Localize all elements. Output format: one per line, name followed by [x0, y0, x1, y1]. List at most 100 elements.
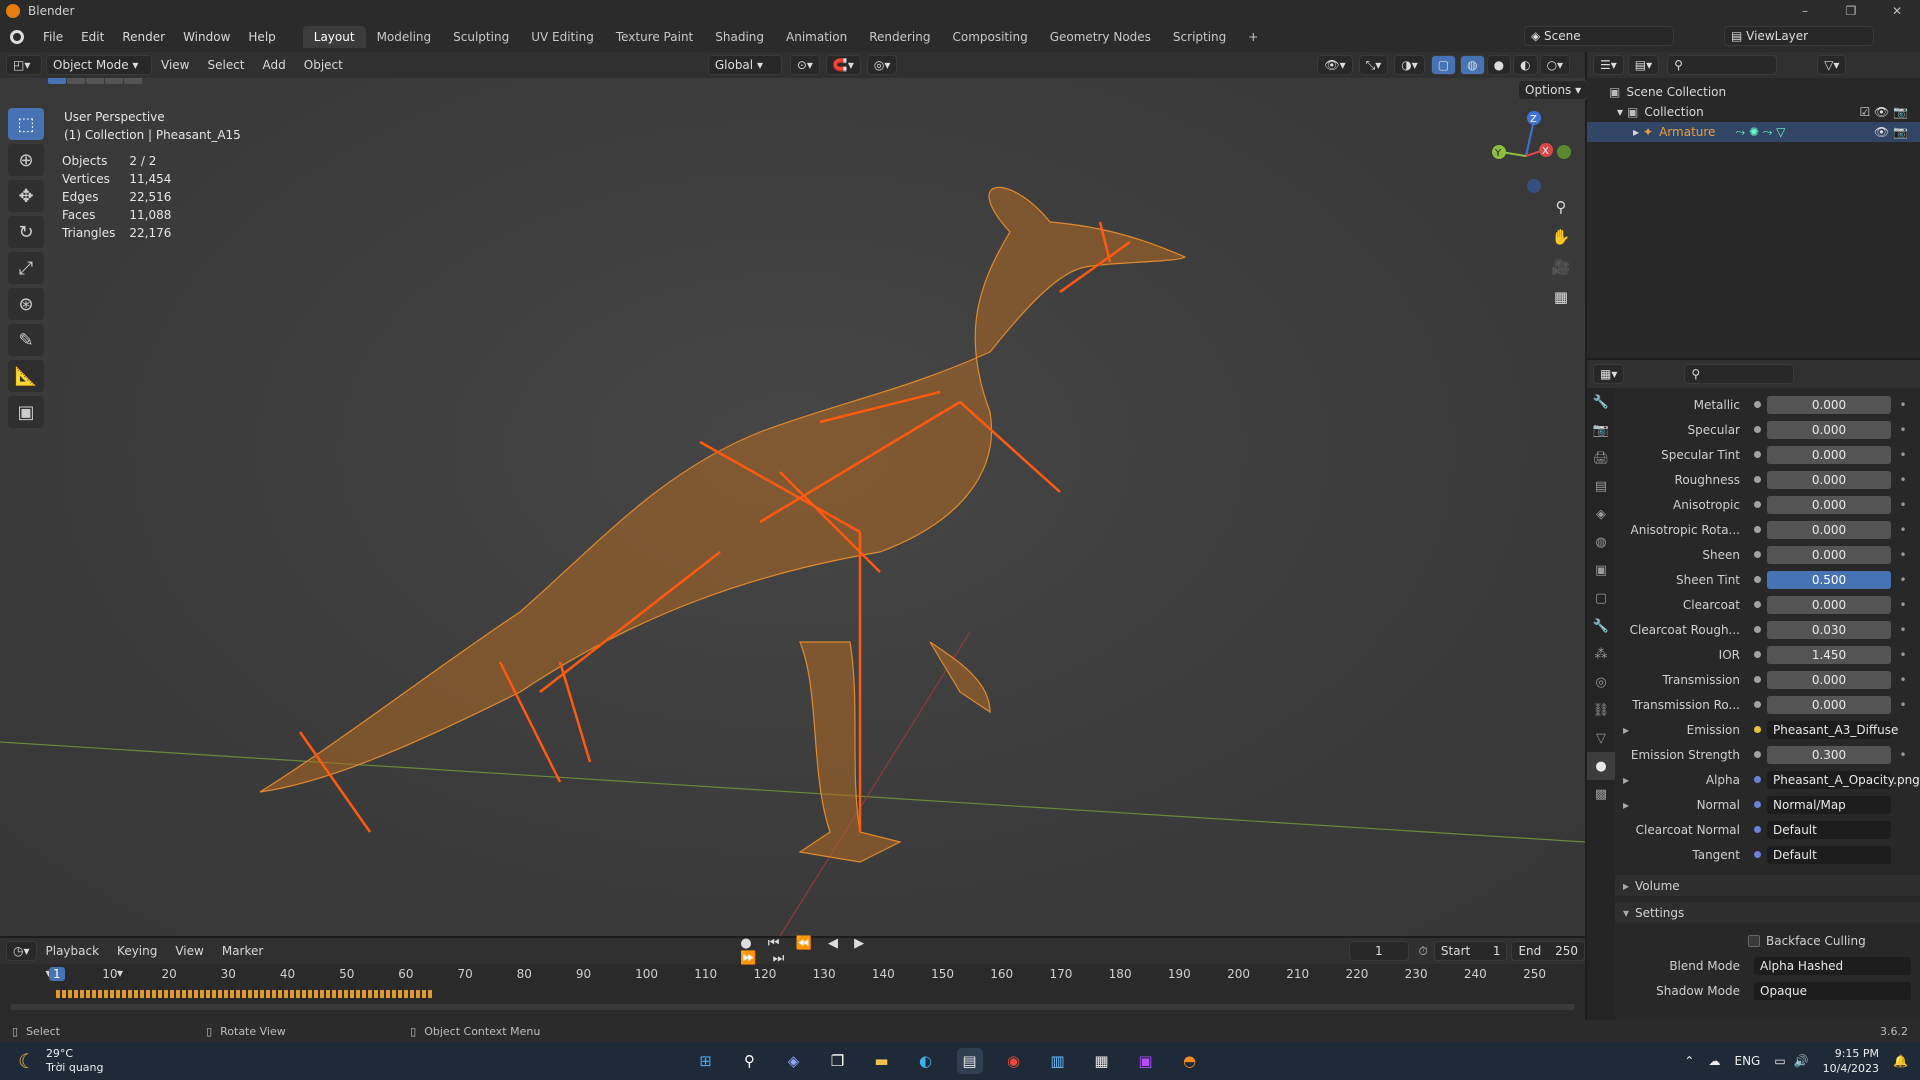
minimize-button[interactable]: – [1782, 0, 1828, 22]
socket-dot-icon[interactable] [1754, 701, 1761, 708]
weather-widget[interactable]: 29°C Trời quang [46, 1047, 104, 1075]
pan-hand-icon[interactable]: ✋ [1548, 224, 1574, 250]
shadow-mode-dropdown[interactable]: Opaque [1754, 981, 1911, 1000]
keyframe-dot-icon[interactable]: • [1897, 398, 1909, 412]
socket-dot-icon[interactable] [1754, 826, 1761, 833]
gizmo-toggle-icon[interactable]: ⤡▾ [1358, 55, 1389, 75]
socket-dot-icon[interactable] [1754, 751, 1761, 758]
timeline-editor-type-icon[interactable]: ◷▾ [6, 941, 37, 961]
tab-layout[interactable]: Layout [302, 26, 366, 48]
keyframe-dot-icon[interactable]: • [1897, 423, 1909, 437]
viewport-menu-select[interactable]: Select [198, 54, 253, 76]
notification-bell-icon[interactable]: 🔔 [1893, 1054, 1908, 1068]
solid-shading-icon[interactable]: ● [1486, 55, 1512, 75]
prop-value-field[interactable]: 0.000 [1767, 670, 1891, 689]
properties-editor-type-icon[interactable]: ▦▾ [1593, 364, 1625, 384]
settings-section-header[interactable]: ▾ Settings [1615, 902, 1920, 923]
keyframe-dot-icon[interactable]: • [1897, 498, 1909, 512]
tab-animation[interactable]: Animation [775, 26, 858, 48]
expand-arrow-icon[interactable]: ▸ [1623, 798, 1635, 812]
tab-sculpting[interactable]: Sculpting [442, 26, 520, 48]
prop-value-field[interactable]: 0.000 [1767, 445, 1891, 464]
tray-chevron-icon[interactable]: ⌃ [1684, 1054, 1694, 1068]
rotate-tool-icon[interactable]: ↻ [8, 216, 44, 248]
keyframe-dot-icon[interactable]: • [1897, 523, 1909, 537]
grid-perspective-icon[interactable]: ▦ [1548, 284, 1574, 310]
move-tool-icon[interactable]: ✥ [8, 180, 44, 212]
prop-link-field[interactable]: Default [1767, 820, 1891, 839]
prop-link-field[interactable]: Pheasant_A3_Diffuse [1767, 720, 1898, 739]
add-cube-tool-icon[interactable]: ▣ [8, 396, 44, 428]
prop-value-field[interactable]: 0.000 [1767, 420, 1891, 439]
menu-help[interactable]: Help [239, 26, 284, 48]
tab-rendering[interactable]: Rendering [858, 26, 941, 48]
socket-dot-icon[interactable] [1754, 551, 1761, 558]
measure-tool-icon[interactable]: 📐 [8, 360, 44, 392]
navigation-gizmo[interactable]: Z Y X [1486, 106, 1576, 196]
volume-section-header[interactable]: ▸ Volume [1615, 875, 1920, 896]
tab-scripting[interactable]: Scripting [1162, 26, 1237, 48]
widgets-icon[interactable]: ◈ [781, 1048, 807, 1074]
volume-icon[interactable]: 🔊 [1794, 1054, 1809, 1068]
app-tiles-icon[interactable]: ▦ [1089, 1048, 1115, 1074]
scene-selector[interactable]: ◈ Scene [1524, 26, 1674, 46]
store-app-icon[interactable]: ▤ [956, 1048, 983, 1074]
overlay-toggle-icon[interactable]: ◑▾ [1394, 55, 1425, 75]
backface-culling-row[interactable]: Backface Culling [1615, 930, 1920, 951]
tab-modeling[interactable]: Modeling [366, 26, 443, 48]
tab-texture-paint[interactable]: Texture Paint [605, 26, 704, 48]
snap-icon[interactable]: 🧲▾ [825, 55, 861, 75]
prop-link-field[interactable]: Normal/Map [1767, 795, 1891, 814]
camera-icon[interactable]: 🎥 [1548, 254, 1574, 280]
viewport-menu-view[interactable]: View [152, 54, 198, 76]
socket-dot-icon[interactable] [1754, 401, 1761, 408]
ms-store-icon[interactable]: ▥ [1045, 1048, 1071, 1074]
socket-dot-icon[interactable] [1754, 626, 1761, 633]
network-icon[interactable]: ▭ [1774, 1054, 1785, 1068]
display-mode-icon[interactable]: ▤▾ [1627, 55, 1660, 75]
prop-link-field[interactable]: Pheasant_A_Opacity.png [1767, 770, 1920, 789]
current-frame-field[interactable]: 1 [1349, 941, 1409, 961]
data-tab-icon[interactable]: ▽ [1587, 724, 1615, 752]
prop-value-field[interactable]: 0.000 [1767, 595, 1891, 614]
menu-render[interactable]: Render [113, 26, 174, 48]
menu-file[interactable]: File [34, 26, 72, 48]
render-tab-icon[interactable]: 📷 [1587, 416, 1615, 444]
timeline-menu-keying[interactable]: Keying ▾ [108, 940, 166, 980]
frame-ruler[interactable]: 1 10 20 30 40 50 60 70 80 90 100 110 120 130 140 150 160… [0, 964, 1585, 986]
socket-dot-icon[interactable] [1754, 526, 1761, 533]
properties-search-input[interactable]: ⚲ [1684, 364, 1795, 384]
keyframe-dot-icon[interactable]: • [1897, 548, 1909, 562]
prop-value-field[interactable]: 0.000 [1767, 545, 1891, 564]
view-layer-tab-icon[interactable]: ▤ [1587, 472, 1615, 500]
options-dropdown[interactable]: Options ▾ [1518, 80, 1589, 100]
filter-icon[interactable]: ▽▾ [1817, 55, 1847, 75]
timeline-menu-playback[interactable]: Playback ▾ [37, 940, 109, 980]
timeline-menu-marker[interactable]: Marker [213, 940, 272, 962]
socket-dot-icon[interactable] [1754, 501, 1761, 508]
blender-menu-icon[interactable] [0, 30, 34, 44]
prop-value-field[interactable]: 1.450 [1767, 645, 1891, 664]
physics-tab-icon[interactable]: ◎ [1587, 668, 1615, 696]
expand-arrow-icon[interactable]: ▸ [1623, 723, 1635, 737]
object-tab-icon[interactable]: ▢ [1587, 584, 1615, 612]
socket-dot-icon[interactable] [1754, 601, 1761, 608]
blend-mode-dropdown[interactable]: Alpha Hashed [1754, 956, 1911, 975]
wireframe-shading-icon[interactable]: ◍ [1460, 55, 1485, 75]
chrome-icon[interactable]: ◉ [1001, 1048, 1027, 1074]
backface-culling-checkbox[interactable] [1748, 934, 1760, 947]
texture-tab-icon[interactable]: ▩ [1587, 780, 1615, 808]
timeline-menu-view[interactable]: View [166, 940, 212, 962]
tool-tab-icon[interactable]: 🔧 [1587, 388, 1615, 416]
prop-value-field[interactable]: 0.000 [1767, 395, 1891, 414]
expand-arrow-icon[interactable]: ▸ [1623, 773, 1635, 787]
socket-dot-icon[interactable] [1754, 801, 1761, 808]
prop-value-field[interactable]: 0.000 [1767, 520, 1891, 539]
media-app-icon[interactable]: ▣ [1133, 1048, 1159, 1074]
collection-tab-icon[interactable]: ▣ [1587, 556, 1615, 584]
socket-dot-icon[interactable] [1754, 776, 1761, 783]
start-frame-field[interactable]: Start 1 [1433, 941, 1508, 961]
blender-taskbar-icon[interactable]: ◓ [1177, 1048, 1203, 1074]
visibility-icon[interactable]: 👁▾ [1317, 55, 1353, 75]
scene-tab-icon[interactable]: ◈ [1587, 500, 1615, 528]
